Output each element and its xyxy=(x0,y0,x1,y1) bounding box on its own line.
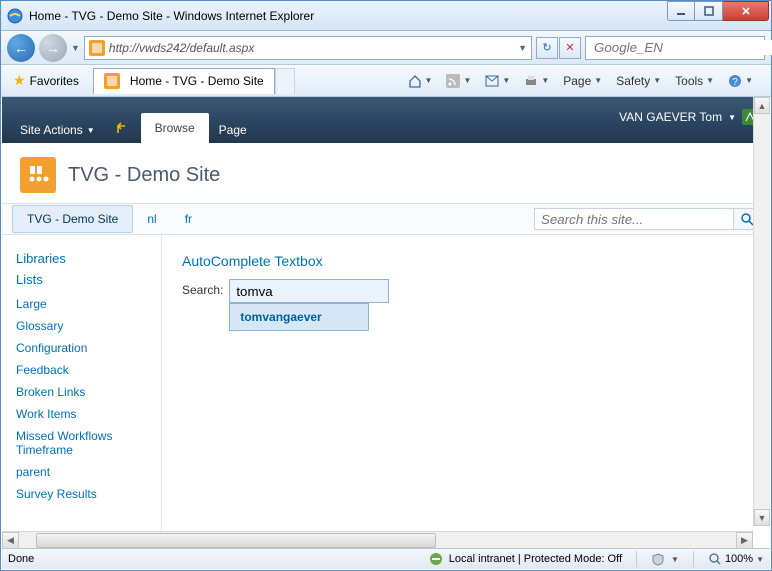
scroll-up-button[interactable]: ▲ xyxy=(754,97,770,114)
refresh-button[interactable]: ↻ xyxy=(536,37,558,59)
status-bar: Done Local intranet | Protected Mode: Of… xyxy=(2,548,770,569)
nav-item[interactable]: Feedback xyxy=(16,359,161,381)
autocomplete-dropdown: tomvangaever xyxy=(229,303,369,331)
navigation-bar: ← → ▼ ▼ ↻ ✕ 🔍 xyxy=(1,31,771,65)
nav-item[interactable]: Work Items xyxy=(16,403,161,425)
sharepoint-ribbon: Site Actions▼ Browse Page VAN GAEVER Tom… xyxy=(2,97,770,143)
site-header: TVG - Demo Site xyxy=(2,143,770,203)
tab-title: Home - TVG - Demo Site xyxy=(130,74,264,88)
ie-icon xyxy=(7,8,23,24)
content-area: AutoComplete Textbox Search: tomvangaeve… xyxy=(162,235,770,548)
minimize-button[interactable] xyxy=(667,1,695,21)
url-input[interactable] xyxy=(109,41,518,55)
nav-item[interactable]: Missed Workflows Timeframe xyxy=(16,425,161,461)
browser-search-input[interactable] xyxy=(594,40,772,55)
top-nav-tab-nl[interactable]: nl xyxy=(133,206,170,232)
page-menu[interactable]: Page▼ xyxy=(557,71,608,91)
zone-icon xyxy=(429,552,443,566)
protected-mode-icon[interactable] xyxy=(651,552,665,566)
tools-menu[interactable]: Tools▼ xyxy=(669,71,720,91)
site-title: TVG - Demo Site xyxy=(68,164,220,187)
nav-item[interactable]: Large xyxy=(16,293,161,315)
autocomplete-suggestion[interactable]: tomvangaever xyxy=(230,304,368,330)
search-label: Search: xyxy=(182,279,223,297)
mail-button[interactable]: ▼ xyxy=(479,72,516,90)
quick-launch: Libraries Lists Large Glossary Configura… xyxy=(2,235,162,548)
autocomplete-input[interactable] xyxy=(229,279,389,303)
forward-button[interactable]: → xyxy=(39,34,67,62)
scroll-down-button[interactable]: ▼ xyxy=(754,509,770,526)
site-actions-menu[interactable]: Site Actions▼ xyxy=(10,117,105,143)
site-search-input[interactable] xyxy=(534,208,734,230)
user-name: VAN GAEVER Tom xyxy=(619,110,722,124)
home-button[interactable]: ▼ xyxy=(402,71,439,91)
webpart-title: AutoComplete Textbox xyxy=(182,253,750,269)
top-nav-tab-home[interactable]: TVG - Demo Site xyxy=(12,205,133,233)
favorites-bar: ★ Favorites Home - TVG - Demo Site ▼ ▼ ▼… xyxy=(1,65,771,97)
window-title: Home - TVG - Demo Site - Windows Interne… xyxy=(29,9,667,23)
nav-heading-lists[interactable]: Lists xyxy=(16,272,161,287)
security-zone-text: Local intranet | Protected Mode: Off xyxy=(449,553,622,565)
site-logo[interactable] xyxy=(20,157,56,193)
favorites-label: Favorites xyxy=(30,74,79,88)
url-dropdown[interactable]: ▼ xyxy=(518,43,527,53)
scroll-right-button[interactable]: ▶ xyxy=(736,532,753,549)
zoom-value: 100% xyxy=(725,553,753,565)
help-button[interactable]: ?▼ xyxy=(722,71,759,91)
nav-item[interactable]: Glossary xyxy=(16,315,161,337)
nav-heading-libraries[interactable]: Libraries xyxy=(16,251,161,266)
address-bar[interactable]: ▼ xyxy=(84,36,532,60)
zoom-control[interactable]: 100% ▼ xyxy=(708,552,764,566)
autocomplete-wrapper: tomvangaever xyxy=(229,279,389,303)
nav-item[interactable]: Configuration xyxy=(16,337,161,359)
horizontal-scrollbar[interactable]: ◀ ▶ xyxy=(2,531,753,548)
top-navigation: TVG - Demo Site nl fr xyxy=(2,203,770,235)
site-favicon xyxy=(89,40,105,56)
browser-window: Home - TVG - Demo Site - Windows Interne… xyxy=(0,0,772,571)
browser-search-box[interactable]: 🔍 xyxy=(585,36,765,60)
print-button[interactable]: ▼ xyxy=(518,71,555,91)
maximize-button[interactable] xyxy=(695,1,723,21)
main-columns: Libraries Lists Large Glossary Configura… xyxy=(2,235,770,548)
safety-menu[interactable]: Safety▼ xyxy=(610,71,667,91)
feeds-button[interactable]: ▼ xyxy=(440,71,477,91)
status-text: Done xyxy=(8,553,34,565)
scroll-left-button[interactable]: ◀ xyxy=(2,532,19,549)
site-search xyxy=(534,208,760,230)
window-controls xyxy=(667,1,769,21)
vertical-scrollbar[interactable]: ▲ ▼ xyxy=(753,97,770,526)
close-button[interactable] xyxy=(723,1,769,21)
nav-item[interactable]: Broken Links xyxy=(16,381,161,403)
navigate-up-icon[interactable] xyxy=(105,115,141,143)
ribbon-tab-browse[interactable]: Browse xyxy=(141,113,209,143)
nav-item[interactable]: parent xyxy=(16,461,161,483)
user-menu[interactable]: VAN GAEVER Tom ▼ xyxy=(619,109,758,125)
page-body: TVG - Demo Site TVG - Demo Site nl fr Li… xyxy=(2,143,770,548)
page-viewport: Site Actions▼ Browse Page VAN GAEVER Tom… xyxy=(2,97,770,548)
svg-text:?: ? xyxy=(732,77,738,88)
browser-tab[interactable]: Home - TVG - Demo Site xyxy=(93,68,275,94)
new-tab-button[interactable] xyxy=(275,68,295,94)
top-nav-tab-fr[interactable]: fr xyxy=(171,206,206,232)
nav-history-dropdown[interactable]: ▼ xyxy=(71,43,80,53)
star-icon: ★ xyxy=(13,72,26,89)
favorites-button[interactable]: ★ Favorites xyxy=(5,69,87,92)
tab-favicon xyxy=(104,73,120,89)
search-row: Search: tomvangaever xyxy=(182,279,750,303)
scroll-thumb[interactable] xyxy=(36,533,436,548)
zoom-icon xyxy=(708,552,722,566)
nav-item[interactable]: Survey Results xyxy=(16,483,161,505)
command-bar: ▼ ▼ ▼ ▼ Page▼ Safety▼ Tools▼ ?▼ xyxy=(402,71,767,91)
titlebar: Home - TVG - Demo Site - Windows Interne… xyxy=(1,1,771,31)
stop-button[interactable]: ✕ xyxy=(559,37,581,59)
ribbon-tab-page[interactable]: Page xyxy=(209,117,257,143)
back-button[interactable]: ← xyxy=(7,34,35,62)
